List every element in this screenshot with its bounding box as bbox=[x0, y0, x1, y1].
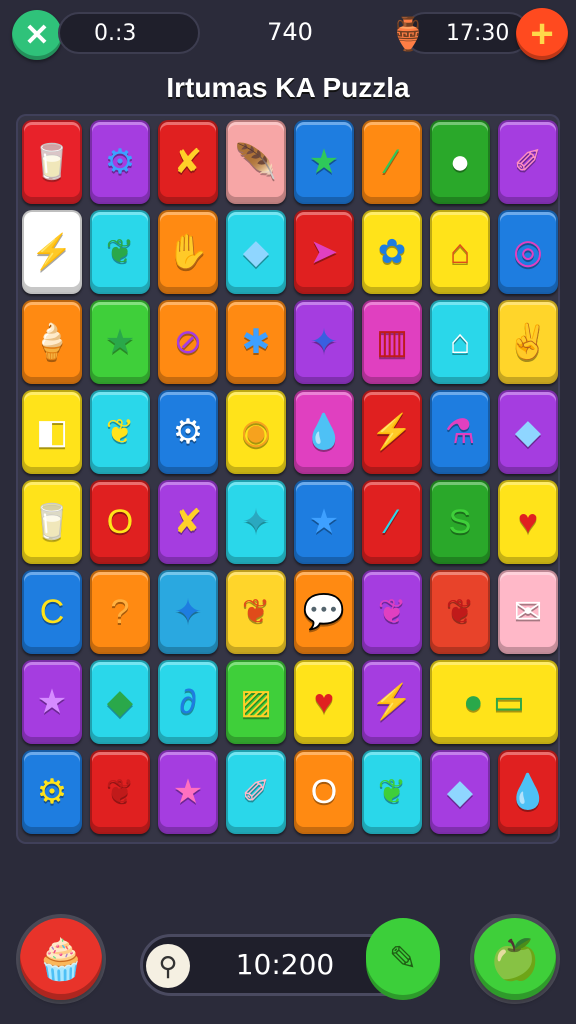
tile[interactable]: ⚡ bbox=[362, 660, 422, 744]
tile[interactable]: ∂ bbox=[158, 660, 218, 744]
tile[interactable]: ★ bbox=[294, 120, 354, 204]
tile[interactable]: ⁄ bbox=[362, 120, 422, 204]
tile[interactable]: ⚡ bbox=[362, 390, 422, 474]
tile[interactable]: ✘ bbox=[158, 480, 218, 564]
tile[interactable]: 💧 bbox=[498, 750, 558, 834]
tile[interactable]: ? bbox=[90, 570, 150, 654]
avatar-icon: ⚲ bbox=[146, 944, 190, 988]
tile[interactable]: ● bbox=[430, 120, 490, 204]
hint-button[interactable]: ✎ bbox=[366, 918, 440, 1000]
puzzle-board: 🥛 ⚙ ✘ 🪶 ★ ⁄ ● ✐ ⚡ ❦ ✋ ◆ ➤ ✿ ⌂ ◎ 🍦 ★ ⊘ ✱ ✦ ▥ ⌂ ✌ ◧ ❦ ⚙ ◉ 💧 ⚡ ⚗ ◆ 🥛 O ✘ ✦ ★ ⁄ S ♥… bbox=[16, 114, 560, 844]
tile[interactable]: S bbox=[430, 480, 490, 564]
tile[interactable]: ✦ bbox=[158, 570, 218, 654]
tile[interactable]: ✦ bbox=[226, 480, 286, 564]
tile[interactable]: ◉ bbox=[226, 390, 286, 474]
tile[interactable]: ⚙ bbox=[90, 120, 150, 204]
tile[interactable]: ⌂ bbox=[430, 300, 490, 384]
tile[interactable]: 💬 bbox=[294, 570, 354, 654]
coin-icon: 🏺 bbox=[388, 16, 428, 52]
plus-icon: + bbox=[530, 11, 554, 56]
tile[interactable]: ◆ bbox=[226, 210, 286, 294]
tile[interactable]: ✐ bbox=[498, 120, 558, 204]
tile[interactable]: ➤ bbox=[294, 210, 354, 294]
tile[interactable]: ● ▭ bbox=[430, 660, 558, 744]
close-button[interactable]: ✕ bbox=[12, 10, 62, 60]
tile[interactable]: ♥ bbox=[498, 480, 558, 564]
tile[interactable]: 🥛 bbox=[22, 120, 82, 204]
moves-counter: 0.:3 bbox=[58, 12, 200, 54]
tile[interactable]: ⁄ bbox=[362, 480, 422, 564]
score-display: 740 bbox=[267, 18, 313, 46]
top-hud: ✕ 0.:3 740 17:30 🏺 + bbox=[0, 0, 576, 66]
tile[interactable]: ⚙ bbox=[158, 390, 218, 474]
tile[interactable]: O bbox=[90, 480, 150, 564]
tile[interactable]: 💧 bbox=[294, 390, 354, 474]
tile[interactable]: ✌ bbox=[498, 300, 558, 384]
tile[interactable]: ❦ bbox=[430, 570, 490, 654]
tile[interactable]: ◆ bbox=[90, 660, 150, 744]
tile[interactable]: ✦ bbox=[294, 300, 354, 384]
tile[interactable]: ◆ bbox=[430, 750, 490, 834]
timer-value: 17:30 bbox=[446, 20, 510, 46]
close-icon: ✕ bbox=[24, 18, 50, 52]
tile[interactable]: ◧ bbox=[22, 390, 82, 474]
tile[interactable]: 🪶 bbox=[226, 120, 286, 204]
tile[interactable]: ✐ bbox=[226, 750, 286, 834]
hint-icon: ✎ bbox=[388, 940, 418, 978]
tile[interactable]: O bbox=[294, 750, 354, 834]
tile[interactable]: 🥛 bbox=[22, 480, 82, 564]
tile[interactable]: ❦ bbox=[226, 570, 286, 654]
tile[interactable]: ⌂ bbox=[430, 210, 490, 294]
tile[interactable]: ⊘ bbox=[158, 300, 218, 384]
tile[interactable]: ❦ bbox=[90, 750, 150, 834]
tile[interactable]: 🍦 bbox=[22, 300, 82, 384]
tile[interactable]: ★ bbox=[22, 660, 82, 744]
tile[interactable]: ★ bbox=[158, 750, 218, 834]
tile[interactable]: ❦ bbox=[90, 390, 150, 474]
booster-button-right[interactable]: 🍏 bbox=[474, 918, 556, 1000]
tile[interactable]: ♥ bbox=[294, 660, 354, 744]
tile[interactable]: ⚙ bbox=[22, 750, 82, 834]
tile[interactable]: ❦ bbox=[362, 750, 422, 834]
tile[interactable]: ✿ bbox=[362, 210, 422, 294]
tile[interactable]: ▨ bbox=[226, 660, 286, 744]
tile[interactable]: ❦ bbox=[90, 210, 150, 294]
moves-value: 0.:3 bbox=[94, 20, 137, 46]
game-title: Irtumas KA Puzzla bbox=[166, 72, 410, 103]
tile[interactable]: ✱ bbox=[226, 300, 286, 384]
tile[interactable]: ⚡ bbox=[22, 210, 82, 294]
apple-icon: 🍏 bbox=[490, 937, 540, 982]
tile[interactable]: ✋ bbox=[158, 210, 218, 294]
tile[interactable]: C bbox=[22, 570, 82, 654]
booster-button-left[interactable]: 🧁 bbox=[20, 918, 102, 1000]
add-time-button[interactable]: + bbox=[516, 8, 568, 60]
cupcake-icon: 🧁 bbox=[36, 937, 86, 982]
tile[interactable]: ❦ bbox=[362, 570, 422, 654]
tile[interactable]: ◆ bbox=[498, 390, 558, 474]
tile[interactable]: ✉ bbox=[498, 570, 558, 654]
tile[interactable]: ✘ bbox=[158, 120, 218, 204]
tile[interactable]: ⚗ bbox=[430, 390, 490, 474]
tile[interactable]: ▥ bbox=[362, 300, 422, 384]
tile[interactable]: ◎ bbox=[498, 210, 558, 294]
tile[interactable]: ★ bbox=[294, 480, 354, 564]
bottom-value: 10:200 bbox=[235, 948, 335, 981]
tile[interactable]: ★ bbox=[90, 300, 150, 384]
